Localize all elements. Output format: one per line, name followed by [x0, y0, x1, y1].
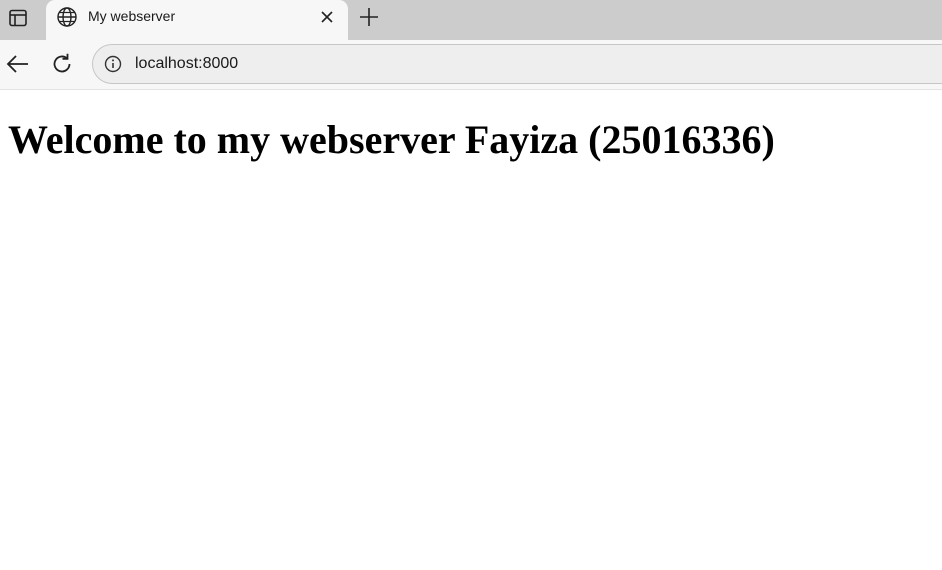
page-heading: Welcome to my webserver Fayiza (25016336…: [8, 117, 775, 162]
info-icon[interactable]: [104, 55, 122, 73]
tab-my-webserver[interactable]: My webserver: [46, 0, 348, 40]
browser-toolbar: localhost:8000: [0, 40, 942, 89]
plus-icon[interactable]: [358, 6, 380, 28]
close-icon[interactable]: [318, 8, 336, 26]
globe-icon: [57, 7, 77, 27]
tab-actions-icon: [9, 9, 27, 27]
tab-strip: My webserver: [0, 0, 942, 40]
tab-actions-button[interactable]: [0, 0, 36, 36]
tab-title: My webserver: [88, 8, 176, 24]
address-bar[interactable]: localhost:8000: [92, 44, 942, 84]
reload-icon[interactable]: [50, 52, 74, 76]
back-arrow-icon[interactable]: [4, 52, 30, 76]
url-text[interactable]: localhost:8000: [135, 55, 238, 73]
page-content: Welcome to my webserver Fayiza (25016336…: [0, 90, 942, 570]
